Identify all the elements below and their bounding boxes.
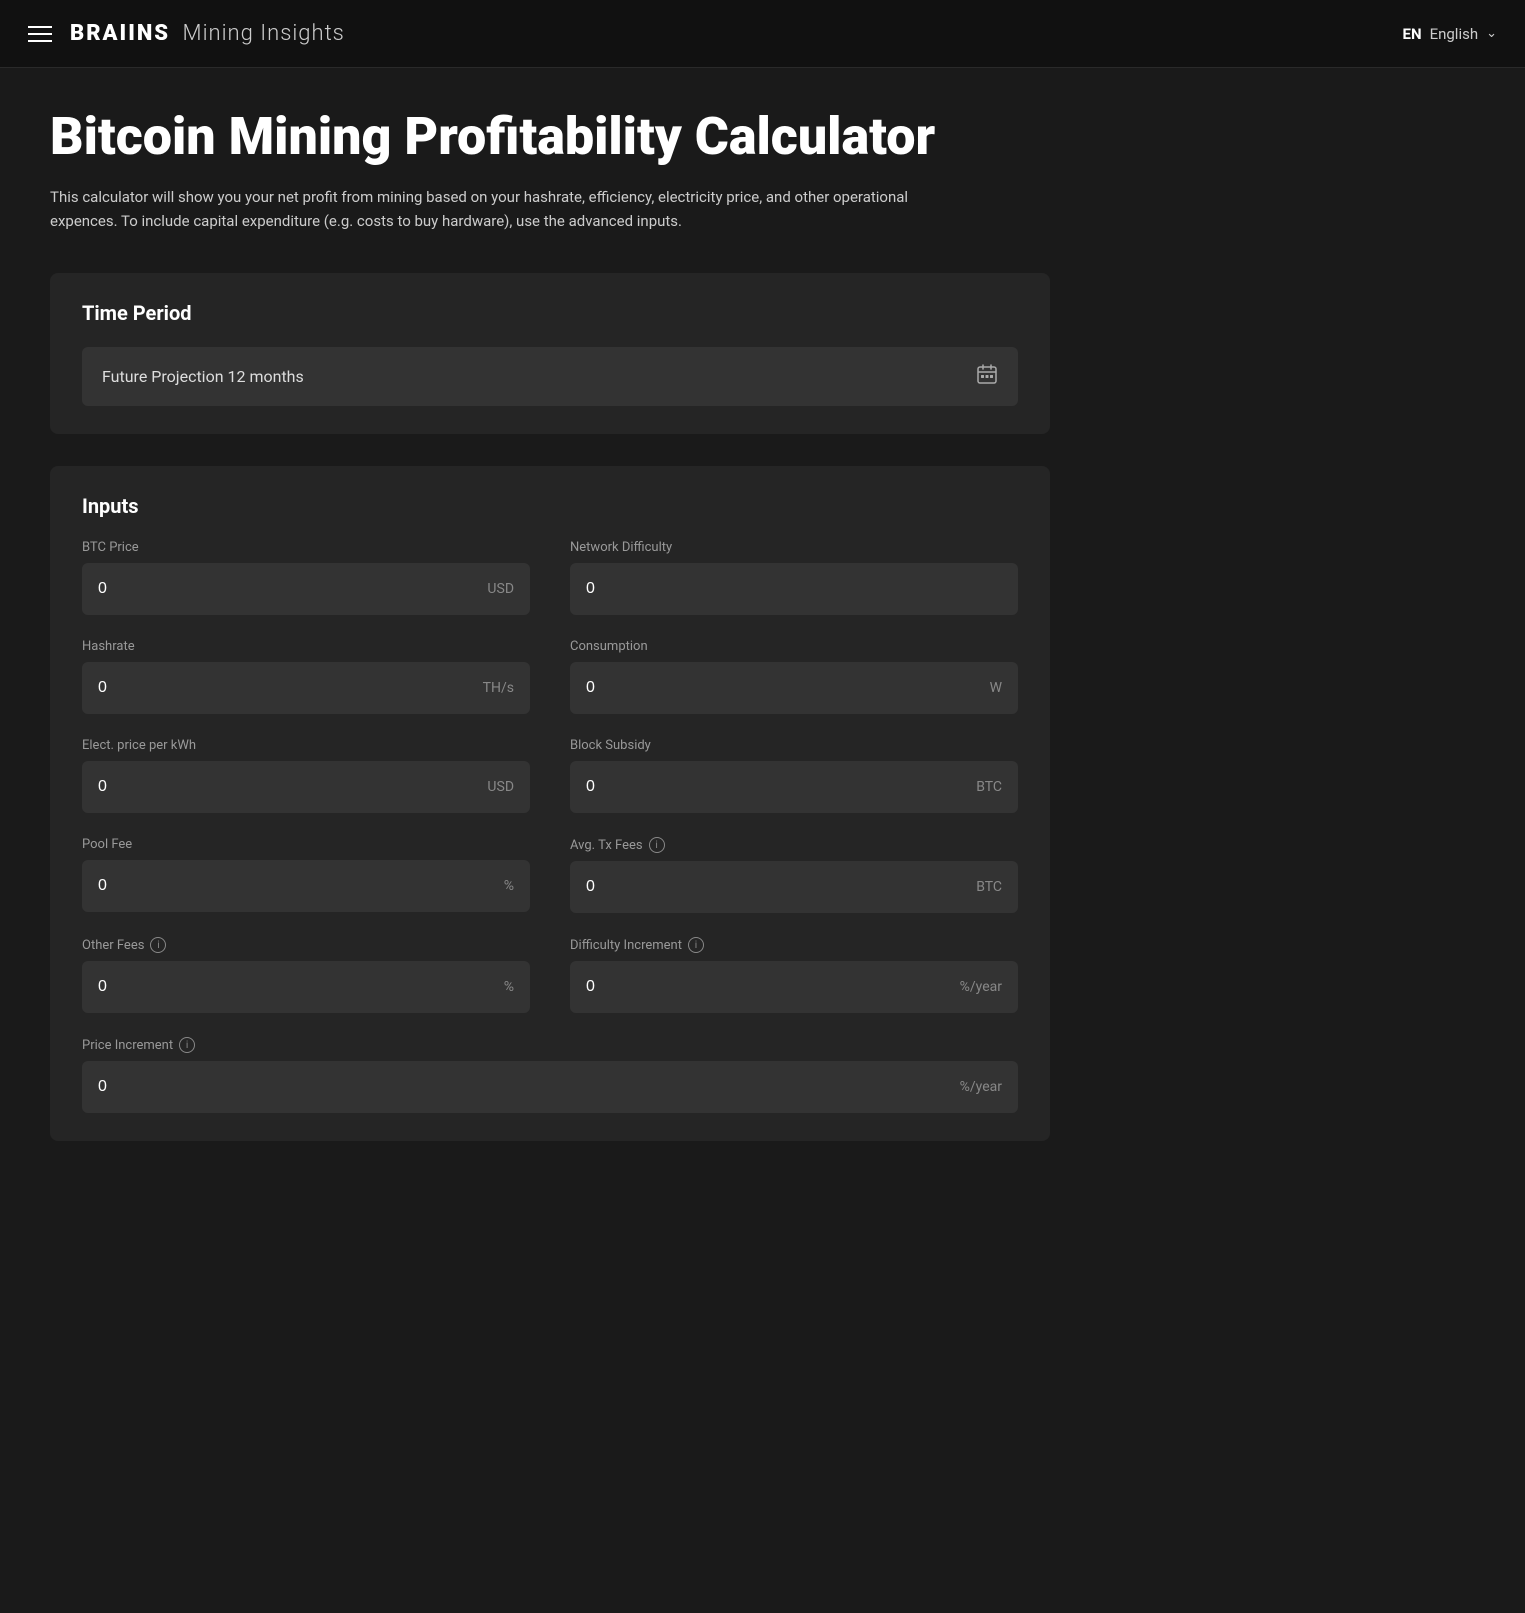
input-wrapper-block-subsidy: BTC (570, 761, 1018, 813)
label-other-fees: Other Feesi (82, 937, 530, 953)
label-avg-tx-fees: Avg. Tx Feesi (570, 837, 1018, 853)
input-wrapper-difficulty-increment: %/year (570, 961, 1018, 1013)
input-wrapper-hashrate: TH/s (82, 662, 530, 714)
label-btc-price: BTC Price (82, 540, 530, 555)
input-group-block-subsidy: Block Subsidy BTC (570, 738, 1018, 813)
input-avg-tx-fees[interactable] (586, 878, 968, 896)
inputs-title: Inputs (82, 494, 1018, 518)
label-block-subsidy: Block Subsidy (570, 738, 1018, 753)
input-group-pool-fee: Pool Fee% (82, 837, 530, 913)
calendar-icon (976, 363, 998, 390)
time-period-title: Time Period (82, 301, 1018, 325)
chevron-down-icon: ⌄ (1486, 26, 1497, 41)
lang-code: EN (1403, 25, 1422, 43)
input-wrapper-pool-fee: % (82, 860, 530, 912)
input-hashrate[interactable] (98, 679, 475, 697)
navbar-left: BRAIINS Mining Insights (28, 21, 345, 46)
input-group-difficulty-increment: Difficulty Incrementi %/year (570, 937, 1018, 1013)
unit-block-subsidy: BTC (976, 779, 1002, 795)
label-elec-price: Elect. price per kWh (82, 738, 530, 753)
time-period-card: Time Period Future Projection 12 months (50, 273, 1050, 434)
input-price-increment[interactable] (98, 1078, 952, 1096)
input-group-other-fees: Other Feesi% (82, 937, 530, 1013)
navbar: BRAIINS Mining Insights EN English ⌄ (0, 0, 1525, 68)
label-price-increment: Price Incrementi (82, 1037, 1018, 1053)
input-wrapper-elec-price: USD (82, 761, 530, 813)
page-title: Bitcoin Mining Profitability Calculator (50, 108, 1050, 165)
input-wrapper-other-fees: % (82, 961, 530, 1013)
input-group-avg-tx-fees: Avg. Tx Feesi BTC (570, 837, 1018, 913)
info-icon-price-increment[interactable]: i (179, 1037, 195, 1053)
unit-other-fees: % (504, 979, 514, 995)
unit-consumption: W (990, 680, 1002, 696)
input-consumption[interactable] (586, 679, 982, 697)
input-group-hashrate: Hashrate TH/s (82, 639, 530, 714)
brand-name: BRAIINS (70, 21, 170, 46)
brand-subtitle: Mining Insights (183, 21, 345, 46)
lang-name: English (1430, 25, 1479, 43)
label-network-difficulty: Network Difficulty (570, 540, 1018, 555)
input-pool-fee[interactable] (98, 877, 496, 895)
unit-avg-tx-fees: BTC (976, 879, 1002, 895)
unit-difficulty-increment: %/year (960, 979, 1002, 995)
page-description: This calculator will show you your net p… (50, 185, 950, 233)
input-btc-price[interactable] (98, 580, 479, 598)
hamburger-menu[interactable] (28, 26, 52, 42)
input-difficulty-increment[interactable] (586, 978, 952, 996)
unit-hashrate: TH/s (483, 680, 514, 696)
label-difficulty-increment: Difficulty Incrementi (570, 937, 1018, 953)
unit-btc-price: USD (487, 581, 514, 597)
info-icon-difficulty-increment[interactable]: i (688, 937, 704, 953)
label-pool-fee: Pool Fee (82, 837, 530, 852)
unit-elec-price: USD (487, 779, 514, 795)
inputs-grid: BTC Price USD Network Difficulty Hashrate TH… (82, 540, 1018, 1113)
time-period-label: Future Projection 12 months (102, 367, 304, 386)
unit-price-increment: %/year (960, 1079, 1002, 1095)
label-consumption: Consumption (570, 639, 1018, 654)
input-group-network-difficulty: Network Difficulty (570, 540, 1018, 615)
label-hashrate: Hashrate (82, 639, 530, 654)
language-selector[interactable]: EN English ⌄ (1403, 25, 1497, 43)
input-wrapper-consumption: W (570, 662, 1018, 714)
info-icon-other-fees[interactable]: i (150, 937, 166, 953)
input-elec-price[interactable] (98, 778, 479, 796)
input-wrapper-price-increment: %/year (82, 1061, 1018, 1113)
input-wrapper-network-difficulty (570, 563, 1018, 615)
logo: BRAIINS Mining Insights (70, 21, 345, 46)
input-network-difficulty[interactable] (586, 580, 1002, 598)
input-group-elec-price: Elect. price per kWh USD (82, 738, 530, 813)
unit-pool-fee: % (504, 878, 514, 894)
input-group-price-increment: Price Incrementi %/year (82, 1037, 1018, 1113)
input-group-btc-price: BTC Price USD (82, 540, 530, 615)
info-icon-avg-tx-fees[interactable]: i (649, 837, 665, 853)
input-block-subsidy[interactable] (586, 778, 968, 796)
time-period-selector[interactable]: Future Projection 12 months (82, 347, 1018, 406)
input-other-fees[interactable] (98, 978, 496, 996)
input-wrapper-btc-price: USD (82, 563, 530, 615)
input-wrapper-avg-tx-fees: BTC (570, 861, 1018, 913)
main-content: Bitcoin Mining Profitability Calculator … (0, 68, 1100, 1233)
input-group-consumption: Consumption W (570, 639, 1018, 714)
inputs-card: Inputs BTC Price USD Network Difficulty Has… (50, 466, 1050, 1141)
